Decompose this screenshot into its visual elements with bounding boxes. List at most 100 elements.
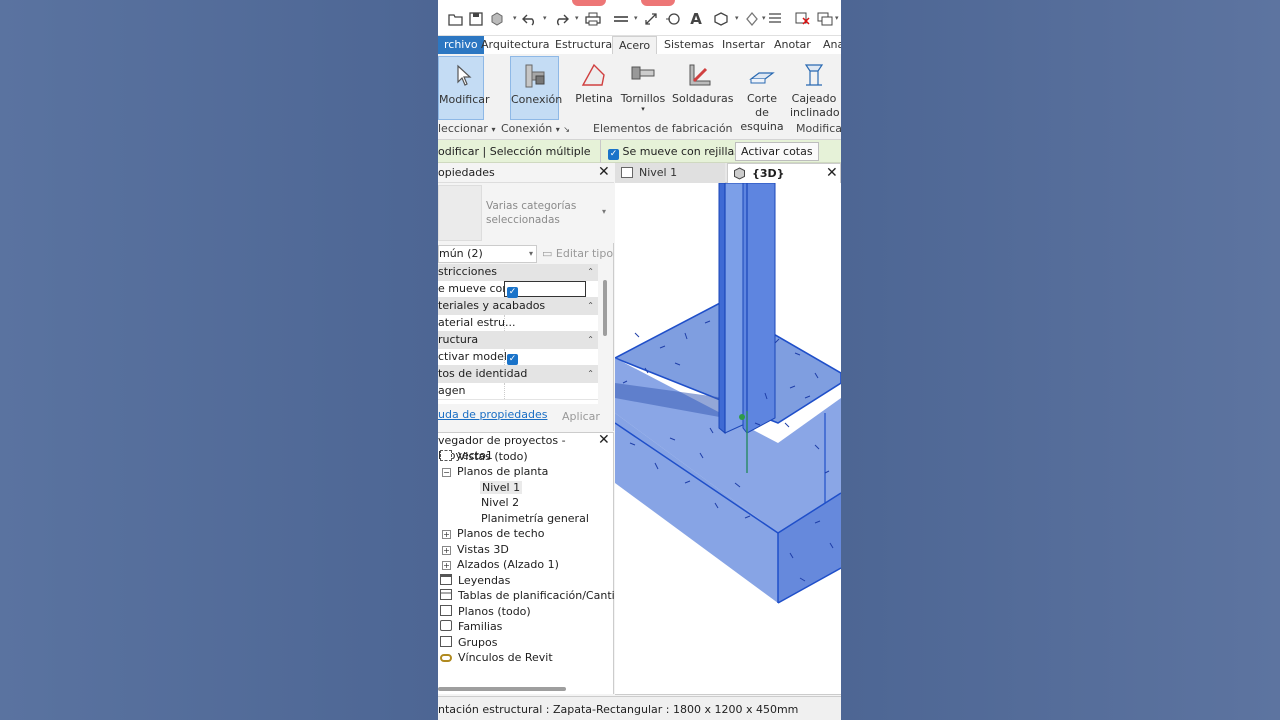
category-structure[interactable]: ructura ⌃ [438, 332, 598, 349]
tree-node-leyendas[interactable]: Leyendas [440, 573, 510, 588]
browser-horizontal-scrollbar[interactable] [438, 687, 566, 691]
redo-dropdown-icon[interactable]: ▾ [575, 14, 579, 22]
link-icon [440, 654, 452, 662]
type-preview-image [438, 185, 482, 241]
properties-scrollbar[interactable] [603, 280, 607, 336]
skewed-cope-button[interactable]: Cajeado inclinado [790, 56, 840, 120]
view-tab-label: Nivel 1 [639, 166, 678, 179]
category-constraints[interactable]: stricciones ⌃ [438, 264, 598, 281]
schedule-icon [440, 589, 452, 600]
property-checkbox[interactable]: ✓ [504, 349, 586, 365]
welds-button[interactable]: Soldaduras [672, 56, 733, 120]
3d-view-icon [734, 167, 745, 180]
corner-cut-label-2: de esquina [740, 106, 784, 133]
view-tabs: Nivel 1 {3D} ✕ [615, 163, 841, 183]
tree-node-familias[interactable]: Familias [440, 619, 502, 634]
tree-node-vistas3d[interactable]: + Vistas 3D [442, 542, 509, 557]
properties-help-link[interactable]: uda de propiedades [438, 408, 547, 421]
close-icon[interactable]: ✕ [598, 165, 610, 179]
right-backdrop [841, 0, 1280, 720]
corner-cut-button[interactable]: Corte de esquina [734, 56, 790, 133]
tree-node-nivel2[interactable]: Nivel 2 [481, 495, 519, 510]
tree-node-planos[interactable]: Planos (todo) [440, 604, 531, 619]
redo-icon[interactable] [553, 12, 569, 26]
tab-estructura[interactable]: Estructura [549, 36, 618, 54]
move-with-grids-checkbox[interactable]: ✓ Se mueve con rejillas [608, 145, 740, 160]
align-dimension-icon[interactable] [644, 12, 658, 26]
text-icon[interactable]: A [688, 11, 704, 27]
plate-button[interactable]: Pletina [574, 56, 614, 120]
properties-header: opiedades ✕ [438, 163, 614, 183]
filter-value: mún (2) [439, 247, 483, 260]
view-tab-nivel1[interactable]: Nivel 1 [615, 163, 725, 183]
plate-icon [581, 63, 605, 86]
view-tab-3d[interactable]: {3D} ✕ [727, 163, 841, 183]
print-icon[interactable] [585, 12, 601, 26]
close-icon[interactable]: ✕ [826, 166, 838, 180]
property-value[interactable] [504, 383, 586, 399]
switch-windows-icon[interactable] [817, 12, 833, 26]
activate-dimensions-button[interactable]: Activar cotas [735, 142, 819, 161]
section-dropdown-icon[interactable]: ▾ [762, 14, 766, 22]
connection-button[interactable]: Conexión [510, 56, 562, 120]
view-tab-label: {3D} [752, 167, 785, 180]
property-checkbox[interactable]: ✓ [504, 281, 586, 298]
thin-lines-icon[interactable] [768, 12, 782, 26]
edit-type-button[interactable]: ▭ Editar tipo [542, 247, 613, 260]
save-icon[interactable] [469, 12, 483, 26]
collapse-icon: ⌃ [587, 267, 594, 276]
tab-arquitectura[interactable]: Arquitectura [475, 36, 556, 54]
section-icon[interactable] [745, 12, 759, 26]
modify-button[interactable]: Modificar [438, 56, 490, 120]
close-hidden-icon[interactable] [795, 12, 811, 26]
property-value[interactable] [504, 315, 586, 331]
sync-dropdown-icon[interactable]: ▾ [513, 14, 517, 22]
tab-insertar[interactable]: Insertar [716, 36, 771, 54]
skewed-cope-label-2: inclinado [790, 106, 840, 119]
3d-viewport[interactable] [615, 183, 841, 695]
tree-node-planimetria[interactable]: Planimetría general [481, 511, 589, 526]
tag-icon[interactable] [665, 12, 681, 26]
sync-icon[interactable] [490, 12, 504, 26]
category-identity[interactable]: tos de identidad ⌃ [438, 366, 598, 383]
3d-dropdown-icon[interactable]: ▾ [735, 14, 739, 22]
switch-windows-dropdown-icon[interactable]: ▾ [835, 14, 839, 22]
project-browser-header: vegador de proyectos - Proyecto1 ✕ [438, 433, 614, 462]
tab-acero[interactable]: Acero [612, 36, 658, 54]
tree-node-grupos[interactable]: Grupos [440, 635, 497, 650]
instance-filter-select[interactable]: mún (2) ▾ [438, 245, 537, 263]
measure-dropdown-icon[interactable]: ▾ [634, 14, 638, 22]
tab-sistemas[interactable]: Sistemas [658, 36, 720, 54]
tree-node-alzados[interactable]: + Alzados (Alzado 1) [442, 557, 559, 572]
bolts-label: Tornillos [620, 92, 666, 105]
open-icon[interactable] [448, 12, 464, 26]
type-selector[interactable]: Varias categorías seleccionadas ▾ [438, 183, 614, 243]
select-panel-label[interactable]: leccionar ▾ [438, 122, 495, 135]
bolts-dropdown-icon[interactable]: ▾ [620, 106, 666, 113]
expand-icon[interactable]: + [442, 546, 451, 555]
measure-icon[interactable] [613, 12, 629, 26]
revit-window: ▾ ▾ ▾ ▾ A ▾ ▾ ▾ rchivo Arquitectura Estr… [438, 0, 841, 720]
expand-icon[interactable]: + [442, 530, 451, 539]
tree-node-nivel1[interactable]: Nivel 1 [480, 480, 523, 495]
edit-type-icon: ▭ [542, 247, 553, 260]
recording-indicator-2 [641, 0, 675, 6]
left-backdrop [0, 0, 438, 720]
tree-node-vinculos[interactable]: Vínculos de Revit [440, 650, 553, 665]
undo-icon[interactable] [522, 12, 538, 26]
connection-panel-label[interactable]: Conexión ▾ ↘ [501, 122, 570, 135]
undo-dropdown-icon[interactable]: ▾ [543, 14, 547, 22]
collapse-icon[interactable]: − [442, 468, 451, 477]
apply-button[interactable]: Aplicar [562, 410, 600, 423]
tree-node-planos-planta[interactable]: − Planos de planta [442, 464, 548, 479]
close-icon[interactable]: ✕ [598, 433, 610, 447]
category-materials[interactable]: teriales y acabados ⌃ [438, 298, 598, 315]
tree-node-tablas[interactable]: Tablas de planificación/Cantidad [440, 588, 635, 603]
default-3d-icon[interactable] [713, 12, 729, 26]
expand-icon[interactable]: + [442, 561, 451, 570]
tab-analizar[interactable]: Ana [817, 36, 841, 54]
bolts-button[interactable]: Tornillos ▾ [620, 56, 666, 120]
tab-anotar[interactable]: Anotar [768, 36, 817, 54]
tree-node-planos-techo[interactable]: + Planos de techo [442, 526, 544, 541]
tree-node-vistas[interactable]: Vistas (todo) [440, 449, 528, 464]
